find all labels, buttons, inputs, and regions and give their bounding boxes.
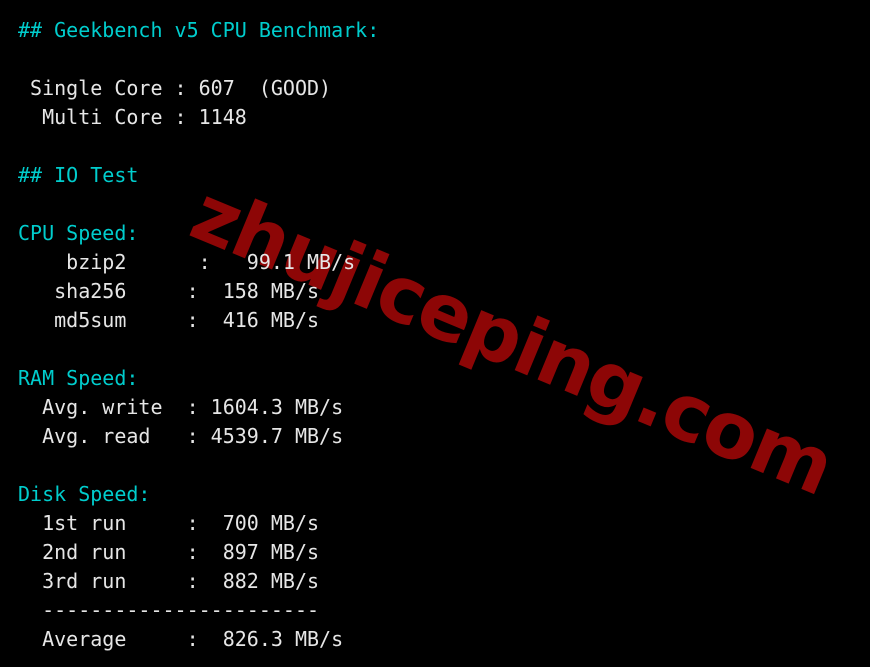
geekbench-heading: ## Geekbench v5 CPU Benchmark: (18, 18, 380, 42)
disk-speed-row-2nd-run: 2nd run : 897 MB/s (18, 540, 320, 564)
ram-speed-row-read: Avg. read : 4539.7 MB/s (18, 424, 344, 448)
terminal-window[interactable]: zhujiceping.com ## Geekbench v5 CPU Benc… (0, 0, 870, 667)
spacer-line (0, 335, 870, 364)
spacer-line (0, 190, 870, 219)
benchmark-output: ## Geekbench v5 CPU Benchmark: Single Co… (0, 0, 870, 654)
spacer-line (0, 132, 870, 161)
cpu-speed-row-sha256: sha256 : 158 MB/s (18, 279, 320, 303)
disk-speed-label: Disk Speed: (18, 482, 151, 506)
spacer-line (0, 45, 870, 74)
disk-speed-row-3rd-run: 3rd run : 882 MB/s (18, 569, 320, 593)
disk-speed-separator: ----------------------- (18, 598, 320, 622)
ram-speed-row-write: Avg. write : 1604.3 MB/s (18, 395, 344, 419)
io-test-heading: ## IO Test (18, 163, 139, 187)
cpu-speed-row-md5sum: md5sum : 416 MB/s (18, 308, 320, 332)
cpu-speed-label: CPU Speed: (18, 221, 139, 245)
disk-speed-row-average: Average : 826.3 MB/s (18, 627, 344, 651)
disk-speed-row-1st-run: 1st run : 700 MB/s (18, 511, 320, 535)
ram-speed-label: RAM Speed: (18, 366, 139, 390)
cpu-speed-row-bzip2: bzip2 : 99.1 MB/s (18, 250, 356, 274)
multi-core-row: Multi Core : 1148 (18, 105, 247, 129)
spacer-line (0, 451, 870, 480)
single-core-row: Single Core : 607 (GOOD) (18, 76, 332, 100)
